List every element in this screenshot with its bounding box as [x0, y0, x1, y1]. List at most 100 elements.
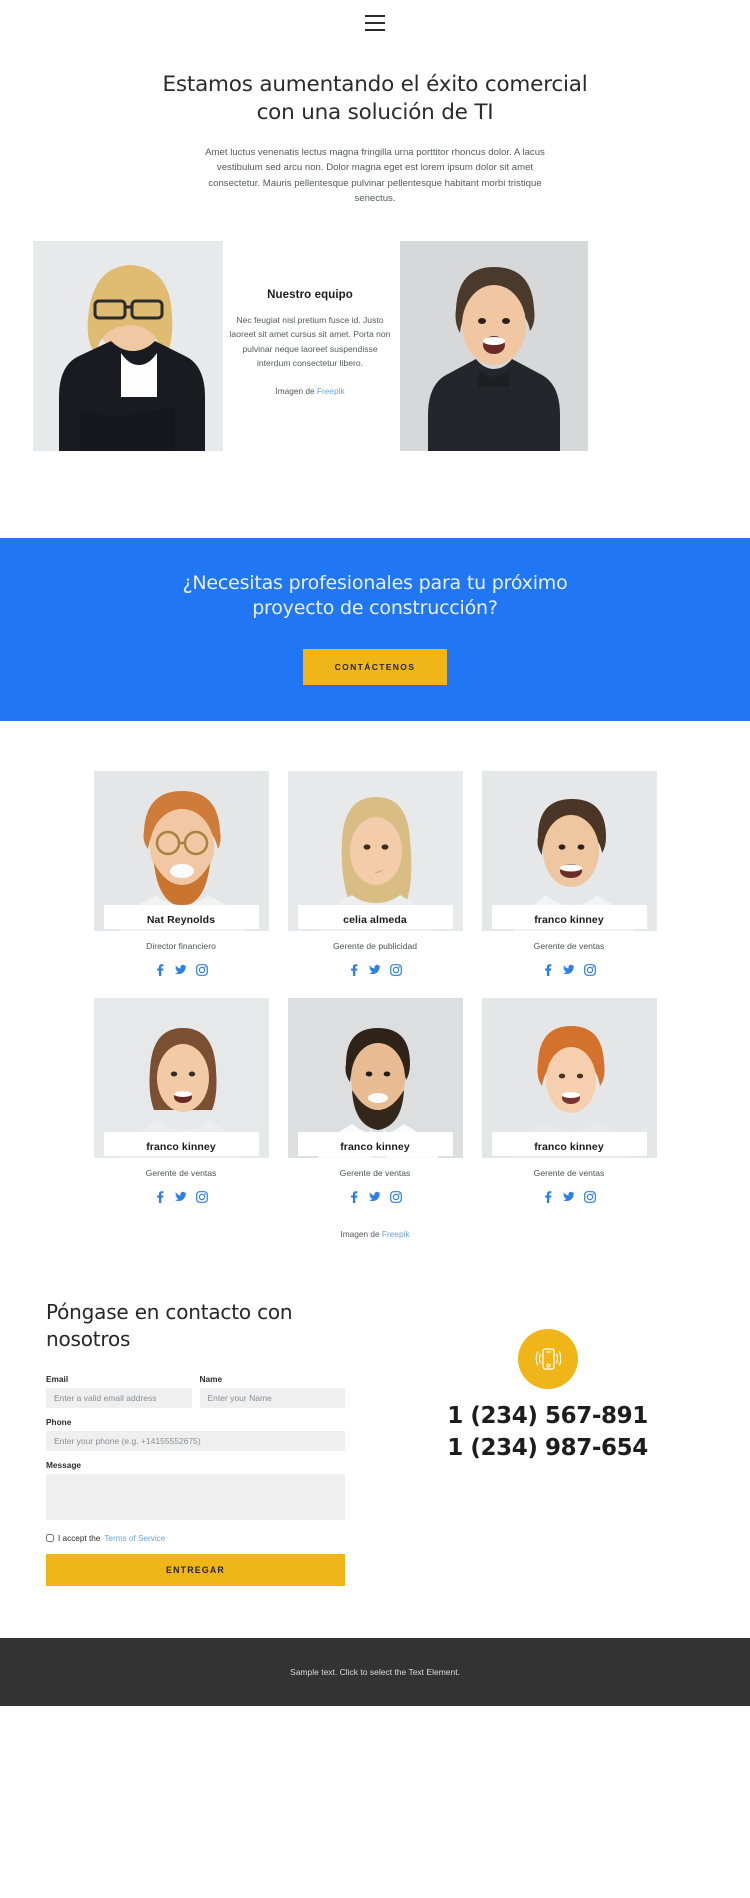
twitter-icon[interactable] — [563, 964, 575, 976]
team-member-nameplate: franco kinney — [491, 905, 647, 930]
team-credit-prefix: Imagen de — [340, 1229, 382, 1240]
about-credit-prefix: Imagen de — [275, 386, 317, 397]
team-member-card[interactable]: franco kinney Gerente de ventas — [481, 998, 657, 1204]
team-member-role: Gerente de ventas — [145, 1168, 217, 1179]
team-member-socials — [94, 1191, 269, 1204]
email-field-group: Email — [46, 1374, 192, 1408]
businesswoman-portrait-image — [33, 241, 223, 451]
team-member-nameplate: franco kinney — [297, 1132, 453, 1157]
team-member-name: franco kinney — [534, 1141, 604, 1154]
facebook-icon[interactable] — [154, 964, 166, 977]
mobile-phone-ringing-icon — [517, 1329, 578, 1390]
team-image-credit: Imagen de Freepik — [0, 1229, 750, 1239]
menu-bar-3 — [365, 29, 385, 31]
team-member-role: Director financiero — [146, 941, 216, 952]
twitter-icon[interactable] — [369, 1191, 381, 1203]
facebook-icon[interactable] — [154, 1191, 166, 1204]
about-left-photo — [33, 241, 223, 451]
facebook-icon[interactable] — [348, 964, 360, 977]
name-field[interactable] — [199, 1387, 345, 1408]
name-label: Name — [199, 1373, 223, 1384]
team-member-card[interactable]: franco kinney Gerente de ventas — [481, 771, 657, 977]
cta-title: ¿Necesitas profesionales para tu próximo… — [182, 572, 568, 620]
hamburger-menu-icon[interactable] — [365, 15, 385, 31]
submit-button[interactable]: ENTREGAR — [46, 1553, 345, 1586]
about-heading: Nuestro equipo — [267, 289, 353, 301]
accept-terms-label: I accept the — [58, 1533, 101, 1543]
team-member-socials — [94, 964, 269, 977]
team-member-name: Nat Reynolds — [146, 914, 216, 927]
team-member-role: Gerente de ventas — [533, 1168, 605, 1179]
team-section: Nat Reynolds Director financiero celia a… — [0, 721, 750, 1239]
team-member-socials — [482, 964, 657, 977]
message-field-group: Message — [46, 1460, 345, 1525]
page-title: Estamos aumentando el éxito comercial co… — [162, 72, 588, 125]
footer-text[interactable]: Sample text. Click to select the Text El… — [290, 1667, 460, 1677]
team-member-name: celia almeda — [343, 914, 407, 927]
team-member-nameplate: Nat Reynolds — [103, 905, 259, 930]
email-label: Email — [46, 1373, 69, 1384]
contact-section: Póngase en contacto con nosotros Email N… — [0, 1299, 750, 1638]
phone-label: Phone — [46, 1416, 72, 1427]
facebook-icon[interactable] — [348, 1191, 360, 1204]
team-member-socials — [482, 1191, 657, 1204]
team-member-role: Gerente de ventas — [339, 1168, 411, 1179]
menu-bar-2 — [365, 22, 385, 24]
twitter-icon[interactable] — [369, 964, 381, 976]
about-text-block: Nuestro equipo Nec feugiat nisl pretium … — [225, 289, 395, 396]
phone-number-primary[interactable]: 1 (234) 567-891 — [447, 1403, 648, 1429]
cta-banner: ¿Necesitas profesionales para tu próximo… — [0, 538, 750, 722]
twitter-icon[interactable] — [563, 1191, 575, 1203]
menu-bar-1 — [365, 15, 385, 17]
terms-acceptance-row: I accept the Terms of Service — [46, 1534, 345, 1543]
team-credit-link[interactable]: Freepik — [382, 1229, 410, 1239]
about-section: Nuestro equipo Nec feugiat nisl pretium … — [0, 241, 750, 456]
team-member-card[interactable]: franco kinney Gerente de ventas — [287, 998, 463, 1204]
about-image-credit: Imagen de Freepik — [225, 386, 395, 396]
contact-us-button[interactable]: CONTÁCTENOS — [302, 649, 448, 686]
accept-terms-checkbox[interactable] — [46, 1534, 54, 1543]
team-member-name: franco kinney — [340, 1141, 410, 1154]
twitter-icon[interactable] — [175, 1191, 187, 1203]
name-field-group: Name — [199, 1373, 345, 1408]
instagram-icon[interactable] — [390, 1191, 402, 1204]
message-field[interactable] — [46, 1473, 345, 1520]
team-member-nameplate: franco kinney — [491, 1132, 647, 1157]
instagram-icon[interactable] — [196, 964, 208, 977]
contact-row-email-name: Email Name — [46, 1374, 345, 1417]
team-member-role: Gerente de ventas — [533, 941, 605, 952]
team-member-role: Gerente de publicidad — [332, 941, 418, 952]
team-member-card[interactable]: franco kinney Gerente de ventas — [93, 998, 269, 1204]
about-right-photo — [400, 241, 588, 451]
hero-paragraph: Amet luctus venenatis lectus magna fring… — [205, 146, 545, 205]
terms-of-service-link[interactable]: Terms of Service — [104, 1534, 165, 1543]
site-footer: Sample text. Click to select the Text El… — [0, 1637, 750, 1706]
team-member-nameplate: franco kinney — [103, 1132, 259, 1157]
phone-glyph — [535, 1348, 561, 1370]
team-member-name: franco kinney — [146, 1141, 216, 1154]
team-member-card[interactable]: celia almeda Gerente de publicidad — [287, 771, 463, 977]
facebook-icon[interactable] — [542, 1191, 554, 1204]
contact-title: Póngase en contacto con nosotros — [46, 1300, 293, 1351]
instagram-icon[interactable] — [390, 964, 402, 977]
team-member-nameplate: celia almeda — [297, 905, 453, 930]
phone-number-secondary[interactable]: 1 (234) 987-654 — [447, 1435, 648, 1461]
about-paragraph: Nec feugiat nisl pretium fusce id. Justo… — [229, 315, 391, 368]
hero-section: Estamos aumentando el éxito comercial co… — [0, 46, 750, 211]
facebook-icon[interactable] — [542, 964, 554, 977]
instagram-icon[interactable] — [584, 1191, 596, 1204]
team-member-socials — [288, 964, 463, 977]
phone-field[interactable] — [46, 1430, 345, 1451]
team-row-2: franco kinney Gerente de ventas franco k… — [0, 998, 750, 1204]
instagram-icon[interactable] — [584, 964, 596, 977]
team-member-card[interactable]: Nat Reynolds Director financiero — [93, 771, 269, 977]
team-member-name: franco kinney — [534, 914, 604, 927]
email-field[interactable] — [46, 1387, 192, 1408]
contact-phone-block: 1 (234) 567-891 1 (234) 987-654 — [345, 1299, 750, 1586]
twitter-icon[interactable] — [175, 964, 187, 976]
message-label: Message — [46, 1459, 82, 1470]
instagram-icon[interactable] — [196, 1191, 208, 1204]
team-member-socials — [288, 1191, 463, 1204]
about-credit-link[interactable]: Freepik — [317, 386, 345, 396]
young-man-portrait-image — [400, 241, 588, 451]
